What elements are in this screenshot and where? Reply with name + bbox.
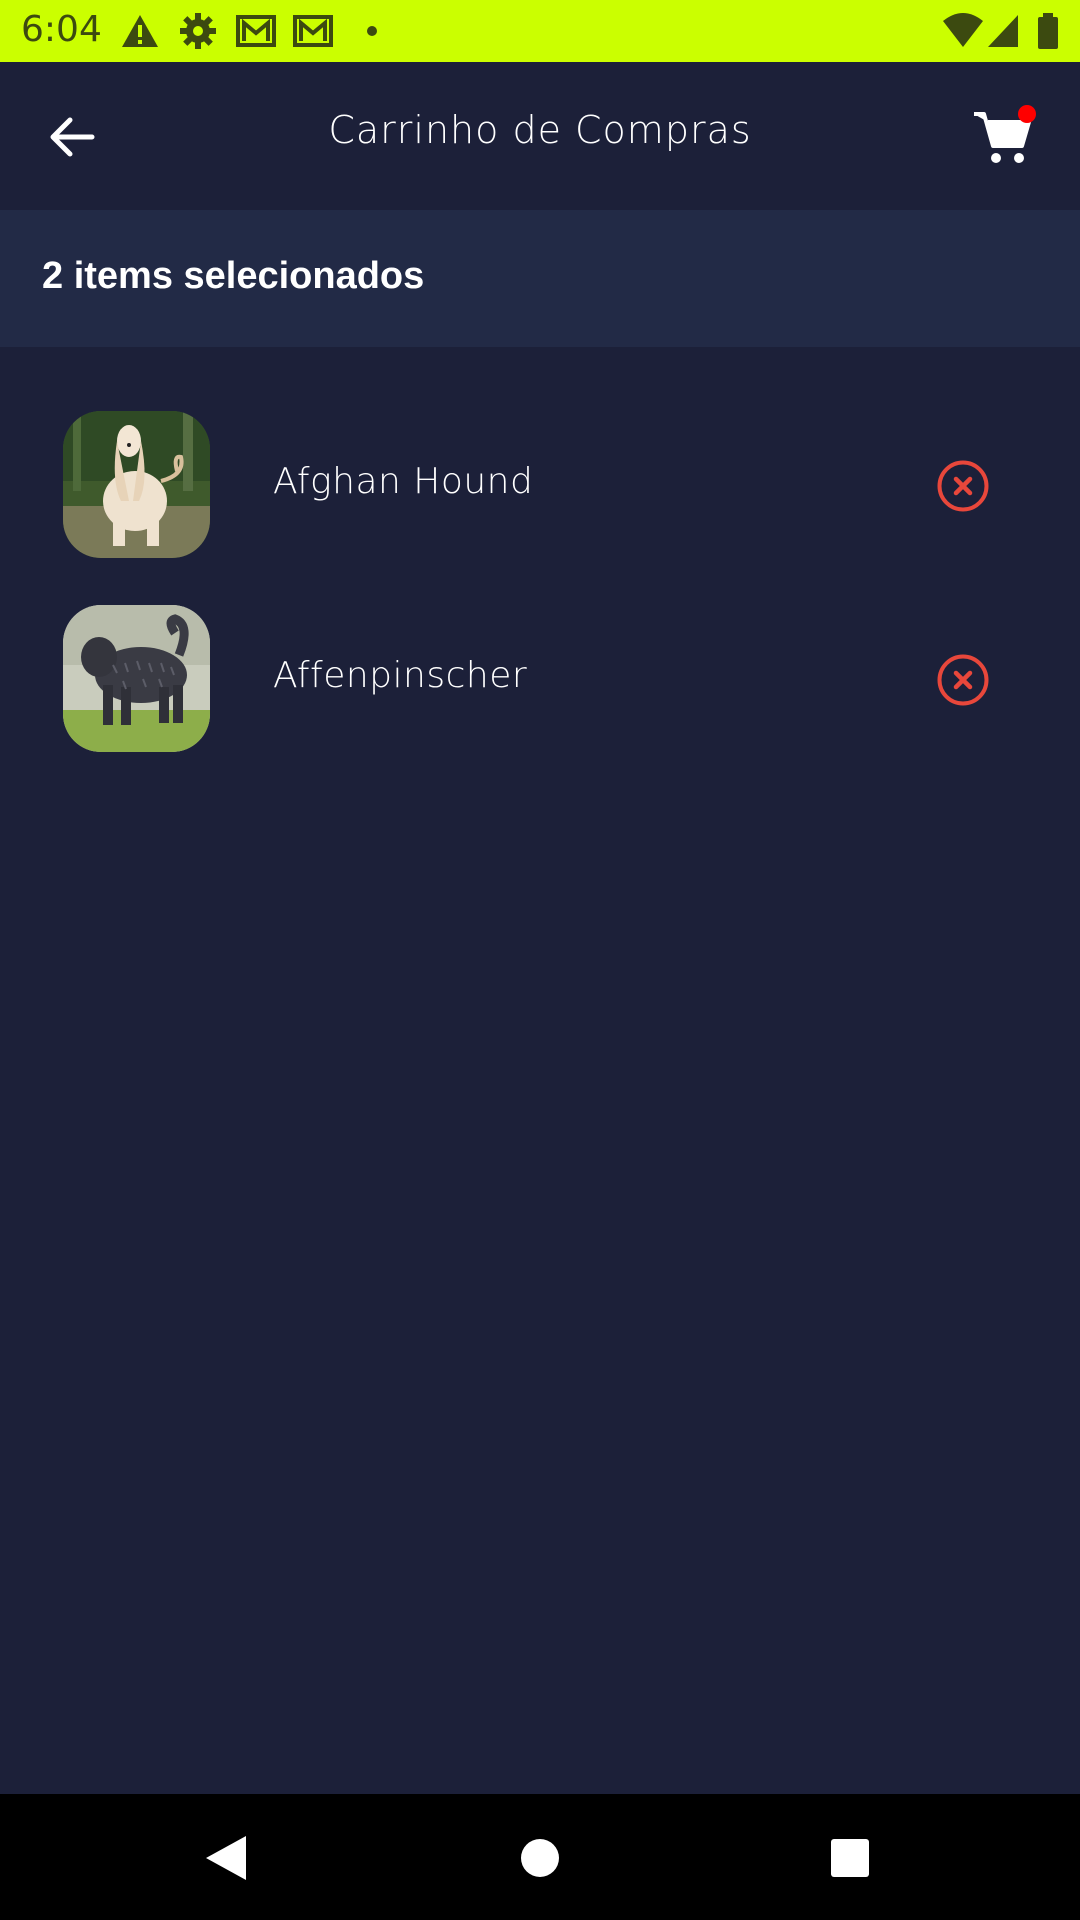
battery-icon [1038, 13, 1058, 49]
close-circle-icon [937, 654, 989, 706]
afghan-hound-thumbnail [63, 411, 210, 558]
recents-square-icon[interactable] [822, 1830, 878, 1886]
signal-icon [988, 15, 1018, 47]
list-item[interactable]: Affenpinscher [0, 605, 1080, 765]
page-title: Carrinho de Compras [328, 108, 752, 152]
warning-icon [122, 15, 158, 47]
gmail-icon [293, 15, 333, 47]
status-time: 6:04 [21, 9, 102, 50]
status-bar: 6:04 [0, 0, 1080, 62]
gmail-icon [236, 15, 276, 47]
cart-screen: 6:04 Carrinho de Compras 2 items selecio… [0, 0, 1080, 1920]
list-item[interactable]: Afghan Hound [0, 411, 1080, 571]
remove-item-button[interactable] [936, 653, 990, 707]
app-bar: Carrinho de Compras [0, 62, 1080, 210]
selection-summary-bar: 2 items selecionados [0, 210, 1080, 347]
item-name: Afghan Hound [273, 461, 534, 502]
shopping-cart-icon [974, 105, 1036, 163]
gear-icon [180, 13, 216, 49]
back-triangle-icon[interactable] [198, 1830, 254, 1886]
cart-badge [1018, 105, 1036, 123]
wifi-icon [943, 13, 983, 47]
close-circle-icon [937, 460, 989, 512]
cart-button[interactable] [972, 104, 1036, 168]
dot-icon [367, 26, 377, 36]
remove-item-button[interactable] [936, 459, 990, 513]
home-circle-icon[interactable] [512, 1830, 568, 1886]
system-nav-bar [0, 1794, 1080, 1920]
item-name: Affenpinscher [273, 655, 528, 696]
affenpinscher-thumbnail [63, 605, 210, 752]
selected-count-label: 2 items selecionados [42, 255, 425, 297]
